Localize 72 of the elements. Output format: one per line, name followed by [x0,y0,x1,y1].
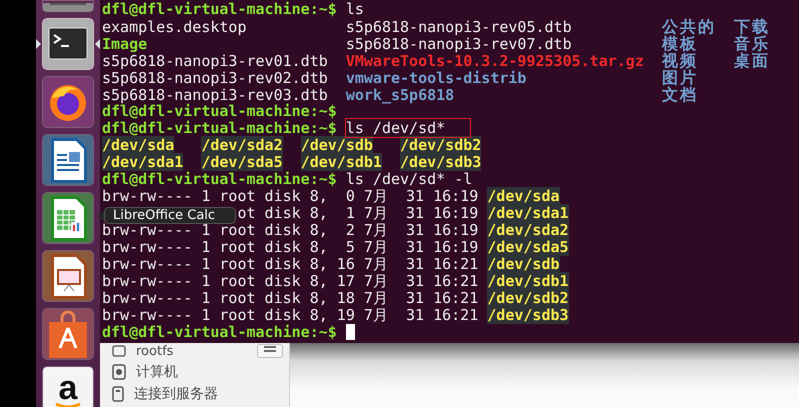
device-path: /dev/sda5 [201,153,283,171]
shell-prompt: dfl@dfl-virtual-machine:~$ [102,323,337,341]
terminal-text: brw-rw---- 1 root disk 8, 0 7月 31 16:19 [102,187,478,205]
device-path: /dev/sdb1 [487,272,569,290]
device-path: /dev/sda [102,136,174,154]
tooltip-pointer [98,210,104,222]
device-path: /dev/sdb3 [400,153,482,171]
device-path: /dev/sdb [300,136,373,154]
eject-button[interactable] [257,344,283,358]
sidebar-item[interactable]: rootfs [136,344,174,358]
device-path: /dev/sda2 [201,136,283,154]
device-path: /dev/sdb [487,255,560,273]
launcher-item[interactable] [42,250,94,302]
server-icon [112,386,124,402]
device-path: /dev/sdb1 [300,153,382,171]
shell-prompt: dfl@dfl-virtual-machine:~$ [102,119,337,137]
terminal-text: s5p6818-nanopi3-rev01.dtb [102,52,328,70]
shopping-bag-icon [42,308,94,360]
command-text: ls [346,0,364,18]
launcher-item[interactable] [42,76,94,128]
document-icon [42,134,94,186]
app-icon [42,3,94,12]
launcher-item[interactable] [42,308,94,360]
device-path: /dev/sda5 [487,238,569,256]
archive-name: VMwareTools-10.3.2-9925305.tar.gz [346,52,644,70]
directory-name: 桌面 [734,51,770,70]
shell-prompt: dfl@dfl-virtual-machine:~$ [102,170,337,188]
device-path: /dev/sda1 [487,204,569,222]
directory-name: 图片 [662,68,698,87]
terminal-text: s5p6818-nanopi3-rev05.dtb [346,18,572,36]
device-path: /dev/sda [487,187,560,205]
terminal-text: brw-rw---- 1 root disk 8, 19 7月 31 16:21 [102,306,478,324]
terminal-text: s5p6818-nanopi3-rev02.dtb [102,69,328,87]
device-path: /dev/sda1 [102,153,184,171]
presentation-icon [42,250,94,302]
shell-prompt: dfl@dfl-virtual-machine:~$ [102,102,337,120]
directory-name: 视频 [662,51,698,70]
sidebar-item[interactable]: 计算机 [136,362,178,380]
launcher-item[interactable] [42,192,94,244]
launcher-item[interactable] [42,18,94,70]
device-path: /dev/sda2 [487,221,569,239]
drive-icon [112,344,126,358]
device-path: /dev/sdb2 [400,136,482,154]
terminal-text: brw-rw---- 1 root disk 8, 16 7月 31 16:21 [102,255,478,273]
directory-name: work_s5p6818 [346,86,454,104]
spreadsheet-icon [42,192,94,244]
directory-name: 文档 [662,85,698,104]
terminal-text: brw-rw---- 1 root disk 8, 2 7月 31 16:19 [102,221,478,239]
directory-name: vmware-tools-distrib [346,69,526,87]
launcher-item[interactable]: a [42,366,94,407]
directory-name: 公共的 [662,17,716,36]
terminal-text: ot disk 8, 1 7月 31 16:19 [237,204,478,222]
terminal-text: s5p6818-nanopi3-rev03.dtb [102,86,328,104]
directory-name: 音乐 [734,34,770,53]
terminal-text: s5p6818-nanopi3-rev07.dtb [346,35,572,53]
command-text: ls /dev/sd* -l [346,170,472,188]
file-name: Image [102,35,148,53]
terminal-text: examples.desktop [102,18,246,36]
browser-icon [42,76,94,128]
device-path: /dev/sdb3 [487,306,569,324]
command-text: ls /dev/sd* [346,119,470,137]
directory-name: 下载 [734,17,770,36]
device-path: /dev/sdb2 [487,289,569,307]
terminal-text: brw-rw---- 1 root disk 8, 17 7月 31 16:21 [102,272,478,290]
terminal-text: brw-rw---- 1 root disk 8, 18 7月 31 16:21 [102,289,478,307]
sidebar-item[interactable]: 连接到服务器 [134,384,218,402]
terminal-icon [42,18,94,70]
launcher-item[interactable] [42,134,94,186]
tooltip: LibreOffice Calc [104,207,236,224]
shell-prompt: dfl@dfl-virtual-machine:~$ [102,0,337,18]
terminal-text: brw-rw---- 1 root disk 8, 5 7月 31 16:19 [102,238,478,256]
directory-name: 模板 [662,34,698,53]
